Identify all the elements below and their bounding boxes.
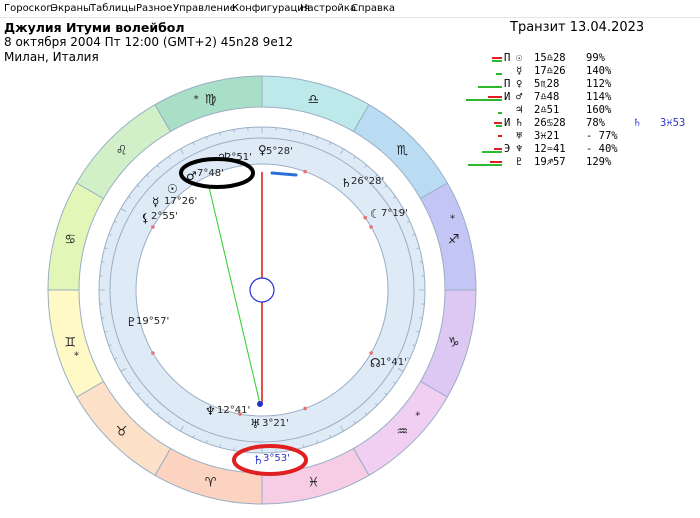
zodiac-sign-glyph: ♋: [64, 233, 76, 248]
degree-tick: [101, 261, 105, 263]
cusp-dot: [369, 225, 373, 229]
zodiac-sign-glyph: ♎: [308, 92, 320, 107]
degree-tick: [289, 129, 291, 133]
earth-center: [249, 277, 275, 303]
saturn-label: 26°28': [351, 176, 384, 187]
neptune-label: 12°41': [217, 405, 250, 416]
zodiac-sign-glyph: ♌: [116, 144, 128, 159]
cusp-dot: [363, 215, 368, 220]
venus-label: 5°28': [266, 146, 293, 157]
arc-marker: [270, 171, 298, 177]
degree-tick: [233, 129, 235, 133]
zodiac-sign-glyph: ♉: [116, 424, 128, 439]
node-label: 1°41': [380, 357, 407, 368]
mercury-glyph[interactable]: ☿: [152, 195, 159, 209]
zodiac-sign-glyph: ♍: [205, 92, 217, 107]
zodiac-sign-glyph: ♑: [448, 335, 460, 350]
cusp-dot: [151, 351, 155, 355]
uranus-glyph[interactable]: ♅: [250, 417, 261, 431]
horoscope-wheel[interactable]: ♈♉♊♋♌♍ ♎♏♐♑♒♓**** ♂ 7°48' ♃ 2°51' ♀ 5°28'…: [0, 0, 700, 518]
mars-label: 7°48': [197, 168, 224, 179]
ring-star-mark: *: [450, 214, 455, 225]
lilith-glyph[interactable]: ⚸: [141, 211, 150, 225]
axis-marker: [257, 401, 263, 407]
zodiac-sign-glyph: ♈: [205, 476, 217, 491]
ring-star-mark: *: [415, 411, 420, 422]
zodiac-sign-glyph: ♒: [397, 424, 409, 439]
cusp-dot: [151, 225, 155, 229]
degree-tick: [233, 447, 235, 451]
uranus-label: 3°21': [262, 418, 289, 429]
mercury-label: 17°26': [164, 196, 197, 207]
degree-tick: [101, 317, 105, 319]
lilith-label: 2°55': [151, 211, 178, 222]
degree-tick: [419, 317, 423, 319]
degree-tick: [419, 261, 423, 263]
zodiac-sign-glyph: ♏: [397, 144, 409, 159]
cusp-dot: [303, 169, 307, 174]
zodiac-sign-glyph: ♐: [448, 233, 460, 248]
neptune-glyph[interactable]: ♆: [205, 404, 216, 418]
moon-label: 7°19': [381, 208, 408, 219]
moon-glyph[interactable]: ☾: [370, 207, 381, 221]
pluto-label: 19°57': [136, 316, 169, 327]
cusp-dot: [303, 406, 307, 411]
ring-star-mark: *: [194, 94, 199, 105]
zodiac-sign-glyph: ♊: [64, 335, 76, 350]
transit-planet-saturn[interactable]: ♄ 3°53': [253, 453, 290, 467]
zodiac-sign-glyph: ♓: [308, 476, 320, 491]
cusp-dot: [369, 351, 373, 355]
transit-saturn-label: 3°53': [263, 453, 290, 464]
ring-star-mark: *: [74, 350, 79, 361]
sun-glyph[interactable]: ☉: [167, 182, 178, 196]
